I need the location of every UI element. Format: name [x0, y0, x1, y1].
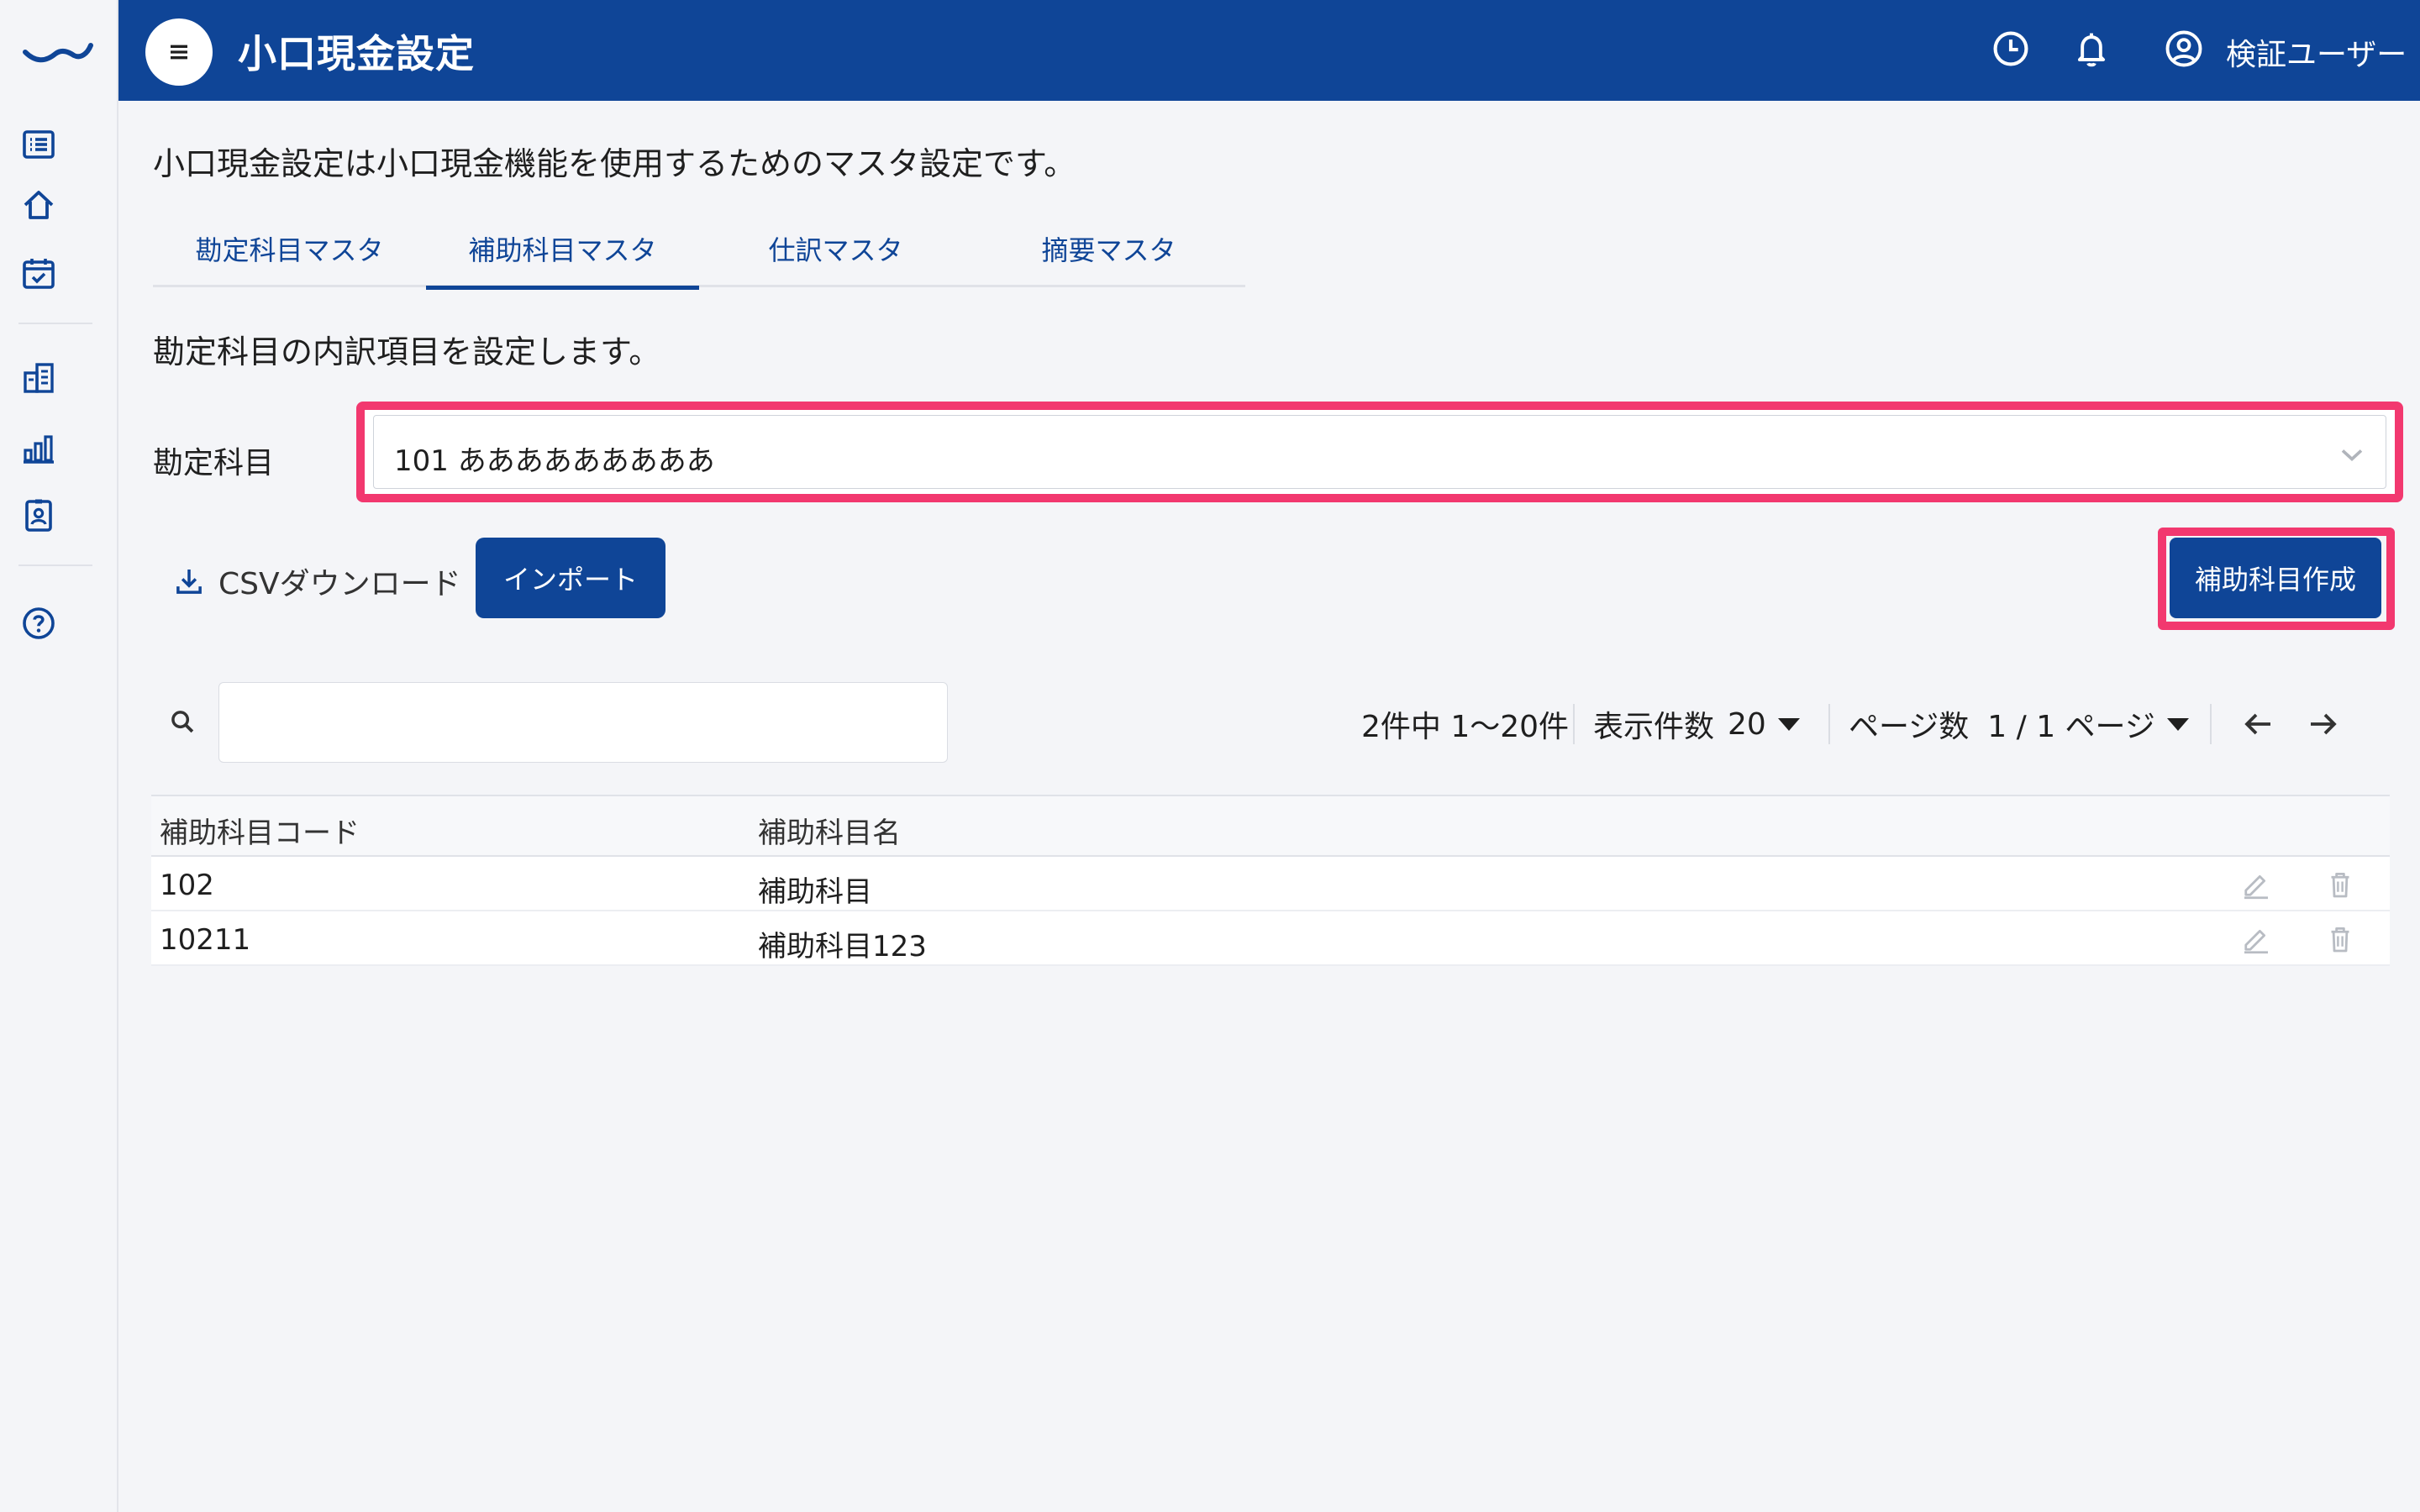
page-select[interactable]: ページ数 1 / 1 ページ — [1849, 701, 2189, 748]
brand-logo[interactable] — [22, 34, 94, 67]
result-count: 2件中 1〜20件 — [1361, 710, 1570, 744]
bell-icon[interactable] — [2070, 27, 2113, 71]
building-icon[interactable] — [18, 358, 59, 398]
per-page-value: 20 — [1728, 706, 1766, 742]
sidebar-divider — [18, 323, 92, 324]
table-row[interactable]: 10211 補助科目123 — [151, 911, 2390, 966]
bar-chart-icon[interactable] — [18, 428, 59, 469]
app-header: 小口現金設定 検証ユーザー — [118, 0, 2420, 101]
tab-account-master[interactable]: 勘定科目マスタ — [153, 225, 426, 287]
id-badge-icon[interactable] — [18, 496, 59, 536]
table-header: 補助科目コード 補助科目名 — [151, 795, 2390, 857]
cell-name: 補助科目123 — [758, 930, 927, 963]
search-icon — [166, 706, 198, 738]
menu-button[interactable] — [145, 18, 213, 86]
help-icon[interactable] — [18, 603, 59, 643]
pager-divider — [1573, 704, 1575, 744]
tab-bar: 勘定科目マスタ 補助科目マスタ 仕訳マスタ 摘要マスタ — [153, 225, 1245, 290]
chevron-down-icon — [2333, 436, 2370, 473]
sub-account-table: 補助科目コード 補助科目名 102 補助科目 10211 補助科目123 — [151, 795, 2390, 966]
list-icon[interactable] — [18, 124, 59, 165]
caret-down-icon — [1777, 717, 1800, 731]
caret-down-icon — [2166, 717, 2189, 731]
section-description: 勘定科目の内訳項目を設定します。 — [153, 333, 661, 370]
history-icon[interactable] — [1989, 27, 2033, 71]
trash-icon[interactable] — [2323, 921, 2358, 957]
prev-page-button[interactable] — [2238, 704, 2279, 744]
hamburger-icon — [171, 45, 187, 60]
per-page-label: 表示件数 — [1593, 710, 1715, 744]
sidebar-divider — [18, 564, 92, 566]
csv-download-label: CSVダウンロード — [218, 567, 461, 601]
page-title: 小口現金設定 — [238, 31, 475, 76]
cell-name: 補助科目 — [758, 875, 872, 909]
arrow-right-icon — [2311, 713, 2337, 735]
cell-code: 10211 — [160, 923, 251, 957]
import-button[interactable]: インポート — [476, 538, 666, 618]
account-select-value: 101 あああああああああ — [394, 444, 715, 478]
user-name[interactable]: 検証ユーザー — [2226, 30, 2407, 74]
page-value: 1 / 1 ページ — [1987, 710, 2155, 744]
edit-icon[interactable] — [2238, 921, 2274, 957]
page-description: 小口現金設定は小口現金機能を使用するためのマスタ設定です。 — [153, 145, 1076, 182]
pager-divider — [2210, 704, 2212, 744]
calendar-check-icon[interactable] — [18, 254, 59, 294]
pager-divider — [1828, 704, 1830, 744]
tab-journal-master[interactable]: 仕訳マスタ — [699, 225, 972, 287]
edit-icon[interactable] — [2238, 867, 2274, 902]
tab-sub-account-master[interactable]: 補助科目マスタ — [426, 225, 699, 290]
per-page-select[interactable]: 表示件数 20 — [1593, 701, 1800, 748]
page-label: ページ数 — [1849, 710, 1970, 744]
arrow-left-icon — [2244, 713, 2270, 735]
home-icon[interactable] — [18, 185, 59, 225]
create-sub-account-button[interactable]: 補助科目作成 — [2170, 538, 2381, 618]
user-circle-icon[interactable] — [2162, 27, 2206, 71]
account-select-highlight: 101 あああああああああ — [356, 402, 2403, 502]
table-row[interactable]: 102 補助科目 — [151, 857, 2390, 911]
account-label: 勘定科目 — [153, 446, 275, 480]
csv-download-button[interactable]: CSVダウンロード — [171, 558, 461, 605]
sidebar — [0, 0, 118, 1512]
trash-icon[interactable] — [2323, 867, 2358, 902]
download-icon — [171, 564, 207, 599]
cell-code: 102 — [160, 869, 214, 902]
next-page-button[interactable] — [2302, 704, 2343, 744]
column-header-code: 補助科目コード — [160, 816, 360, 850]
column-header-name: 補助科目名 — [758, 816, 901, 850]
account-select[interactable]: 101 あああああああああ — [373, 415, 2386, 489]
search-input[interactable] — [218, 682, 948, 763]
tab-summary-master[interactable]: 摘要マスタ — [972, 225, 1245, 287]
